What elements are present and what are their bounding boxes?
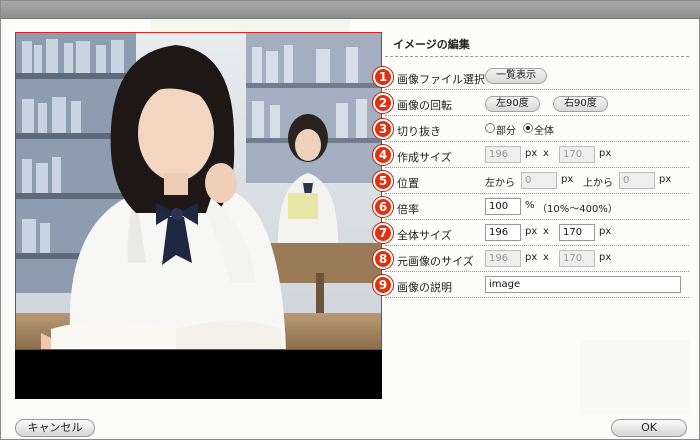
original-width-field[interactable]: [485, 250, 521, 267]
student-reading-photo: [16, 33, 381, 349]
description-field[interactable]: [485, 276, 681, 293]
label-position: 位置: [397, 177, 419, 190]
step-number-7: 7: [373, 223, 393, 243]
step-number-8: 8: [373, 249, 393, 269]
position-top-label: 上から: [583, 178, 613, 189]
row-scale: 6 倍率 % （10%〜400%）: [373, 194, 689, 220]
image-preview: [15, 32, 382, 399]
row-description: 9 画像の説明: [373, 272, 689, 298]
image-edit-dialog: イメージの編集 1 画像ファイル選択 一覧表示 2 画像の回転 左90度 右90…: [0, 0, 700, 440]
panel-title: イメージの編集: [393, 38, 470, 51]
rotate-right-button[interactable]: 右90度: [553, 96, 608, 112]
label-scale: 倍率: [397, 203, 419, 216]
ok-button[interactable]: OK: [611, 419, 687, 437]
total-width-unit: px: [525, 226, 538, 237]
position-left-label: 左から: [485, 178, 515, 189]
output-width-field[interactable]: [485, 146, 521, 163]
row-rotate: 2 画像の回転 左90度 右90度: [373, 90, 689, 116]
label-total-size: 全体サイズ: [397, 229, 452, 242]
row-position: 5 位置 左から px 上から px: [373, 168, 689, 194]
step-number-6: 6: [373, 197, 393, 217]
row-crop: 3 切り抜き 部分 全体: [373, 116, 689, 142]
total-height-unit: px: [599, 226, 612, 237]
original-times: x: [543, 252, 549, 263]
step-number-9: 9: [373, 275, 393, 295]
label-original-size: 元画像のサイズ: [397, 255, 474, 268]
step-number-4: 4: [373, 145, 393, 165]
row-total-size: 7 全体サイズ px x px: [373, 220, 689, 246]
cancel-button[interactable]: キャンセル: [15, 419, 95, 437]
position-left-unit: px: [561, 174, 574, 185]
rotate-left-button[interactable]: 左90度: [485, 96, 540, 112]
step-number-5: 5: [373, 171, 393, 191]
crop-part-radio[interactable]: [485, 123, 495, 133]
step-number-3: 3: [373, 119, 393, 139]
original-width-unit: px: [525, 252, 538, 263]
label-crop: 切り抜き: [397, 125, 441, 138]
row-image-file-select: 1 画像ファイル選択 一覧表示: [373, 64, 689, 90]
row-original-size: 8 元画像のサイズ px x px: [373, 246, 689, 272]
label-rotate: 画像の回転: [397, 99, 452, 112]
scale-field[interactable]: [485, 198, 521, 215]
step-number-1: 1: [373, 67, 393, 87]
original-height-unit: px: [599, 252, 612, 263]
original-height-field[interactable]: [559, 250, 595, 267]
label-image-file-select: 画像ファイル選択: [397, 73, 485, 86]
position-left-field[interactable]: [521, 172, 557, 189]
scale-unit: %: [525, 200, 535, 211]
list-view-button[interactable]: 一覧表示: [485, 68, 547, 84]
label-output-size: 作成サイズ: [397, 151, 452, 164]
panel-divider: [385, 56, 689, 57]
preview-photo: [15, 32, 382, 350]
output-width-unit: px: [525, 148, 538, 159]
label-description: 画像の説明: [397, 281, 452, 294]
total-height-field[interactable]: [559, 224, 595, 241]
total-width-field[interactable]: [485, 224, 521, 241]
step-number-2: 2: [373, 93, 393, 113]
position-top-unit: px: [659, 174, 672, 185]
crop-all-radio[interactable]: [523, 123, 533, 133]
scale-range-note: （10%〜400%）: [537, 204, 618, 215]
total-times: x: [543, 226, 549, 237]
crop-all-label: 全体: [534, 126, 554, 137]
output-height-unit: px: [599, 148, 612, 159]
output-height-field[interactable]: [559, 146, 595, 163]
dialog-titlebar: [1, 1, 700, 19]
row-output-size: 4 作成サイズ px x px: [373, 142, 689, 168]
crop-part-label: 部分: [496, 126, 516, 137]
output-times: x: [543, 148, 549, 159]
position-top-field[interactable]: [619, 172, 655, 189]
